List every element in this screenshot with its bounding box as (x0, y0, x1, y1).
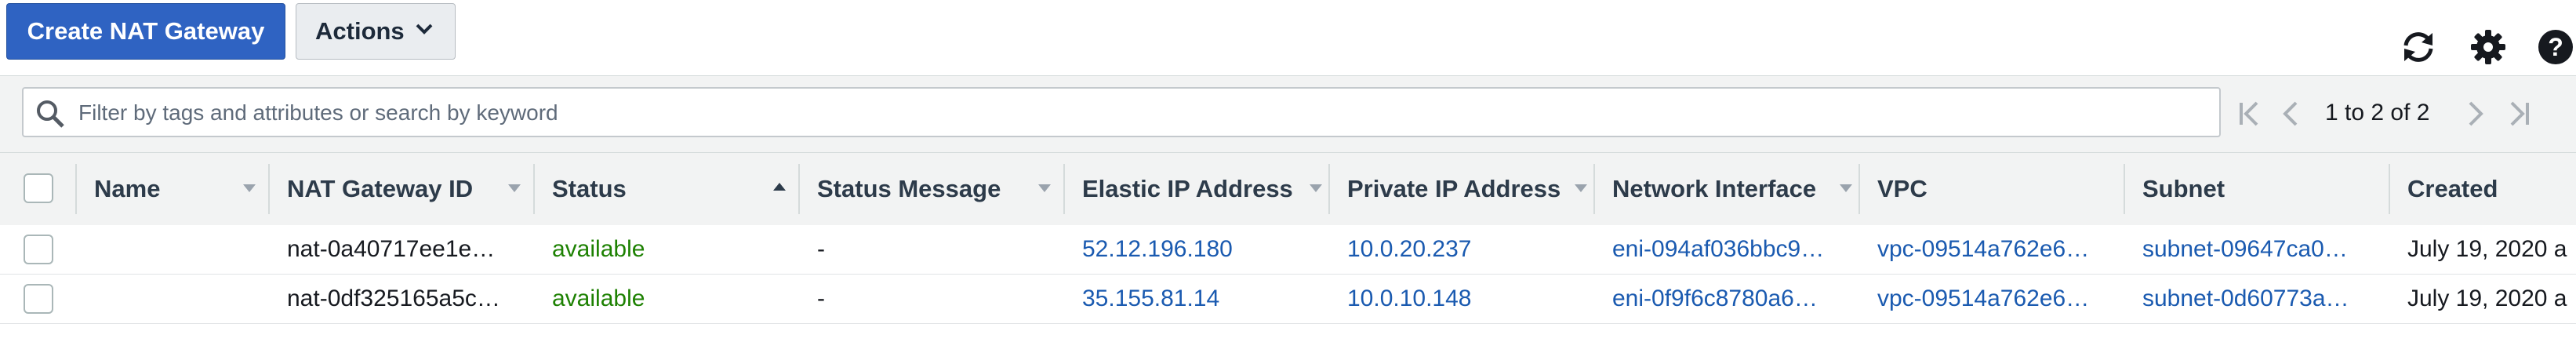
actions-dropdown-button[interactable]: Actions (296, 3, 456, 60)
cell-status: available (552, 286, 645, 311)
filter-bar: 1 to 2 of 2 (0, 75, 2576, 153)
filter-search-input[interactable] (77, 96, 2197, 129)
last-page-icon[interactable] (2505, 98, 2532, 129)
cell-created: July 19, 2020 a (2407, 286, 2567, 311)
cell-subnet-link[interactable]: subnet-0d60773a… (2125, 275, 2390, 323)
select-all-cell (0, 153, 77, 225)
svg-text:?: ? (2548, 33, 2563, 61)
table-row[interactable]: nat-0a40717ee1e… available - 52.12.196.1… (0, 225, 2576, 275)
cell-name (77, 275, 270, 323)
chevron-down-icon (416, 24, 433, 35)
search-icon (37, 100, 64, 128)
first-page-icon[interactable] (2236, 98, 2263, 129)
column-header-vpc[interactable]: VPC (1860, 153, 2125, 225)
column-header-status-message[interactable]: Status Message (800, 153, 1065, 225)
cell-private-ip-link[interactable]: 10.0.10.148 (1330, 275, 1595, 323)
settings-gear-icon[interactable] (2468, 27, 2509, 67)
cell-elastic-ip-link[interactable]: 35.155.81.14 (1065, 275, 1330, 323)
cell-vpc-link[interactable]: vpc-09514a762e6… (1860, 225, 2125, 274)
row-checkbox[interactable] (24, 235, 53, 264)
column-header-name[interactable]: Name (77, 153, 270, 225)
refresh-icon[interactable] (2398, 27, 2439, 67)
row-checkbox[interactable] (24, 284, 53, 314)
cell-network-interface-link[interactable]: eni-094af036bbc9… (1595, 225, 1860, 274)
column-header-subnet[interactable]: Subnet (2125, 153, 2390, 225)
cell-created: July 19, 2020 a (2407, 236, 2567, 262)
cell-vpc-link[interactable]: vpc-09514a762e6… (1860, 275, 2125, 323)
pagination-label: 1 to 2 of 2 (2325, 100, 2430, 126)
column-header-nat-gateway-id[interactable]: NAT Gateway ID (270, 153, 535, 225)
column-header-created[interactable]: Created (2390, 153, 2576, 225)
sort-ascending-icon (773, 183, 786, 191)
search-box (22, 87, 2221, 137)
cell-nat-gateway-id: nat-0a40717ee1e… (287, 236, 496, 262)
column-header-network-interface[interactable]: Network Interface (1595, 153, 1860, 225)
column-header-private-ip[interactable]: Private IP Address (1330, 153, 1595, 225)
cell-status-message: - (817, 286, 825, 311)
select-all-checkbox[interactable] (24, 173, 53, 203)
cell-status-message: - (817, 236, 825, 262)
actions-label: Actions (315, 17, 405, 45)
column-header-status[interactable]: Status (535, 153, 800, 225)
next-page-icon[interactable] (2464, 98, 2487, 129)
toolbar: Create NAT Gateway Actions ? (0, 0, 2576, 66)
cell-network-interface-link[interactable]: eni-0f9f6c8780a6… (1595, 275, 1860, 323)
column-header-elastic-ip[interactable]: Elastic IP Address (1065, 153, 1330, 225)
prev-page-icon[interactable] (2279, 98, 2302, 129)
cell-nat-gateway-id: nat-0df325165a5c… (287, 286, 500, 311)
cell-elastic-ip-link[interactable]: 52.12.196.180 (1065, 225, 1330, 274)
cell-name (77, 225, 270, 274)
cell-subnet-link[interactable]: subnet-09647ca0… (2125, 225, 2390, 274)
create-nat-gateway-button[interactable]: Create NAT Gateway (6, 3, 285, 60)
table-header: Name NAT Gateway ID Status Status Messag… (0, 152, 2576, 226)
help-icon[interactable]: ? (2535, 27, 2576, 67)
cell-private-ip-link[interactable]: 10.0.20.237 (1330, 225, 1595, 274)
cell-status: available (552, 236, 645, 262)
table-row[interactable]: nat-0df325165a5c… available - 35.155.81.… (0, 275, 2576, 324)
